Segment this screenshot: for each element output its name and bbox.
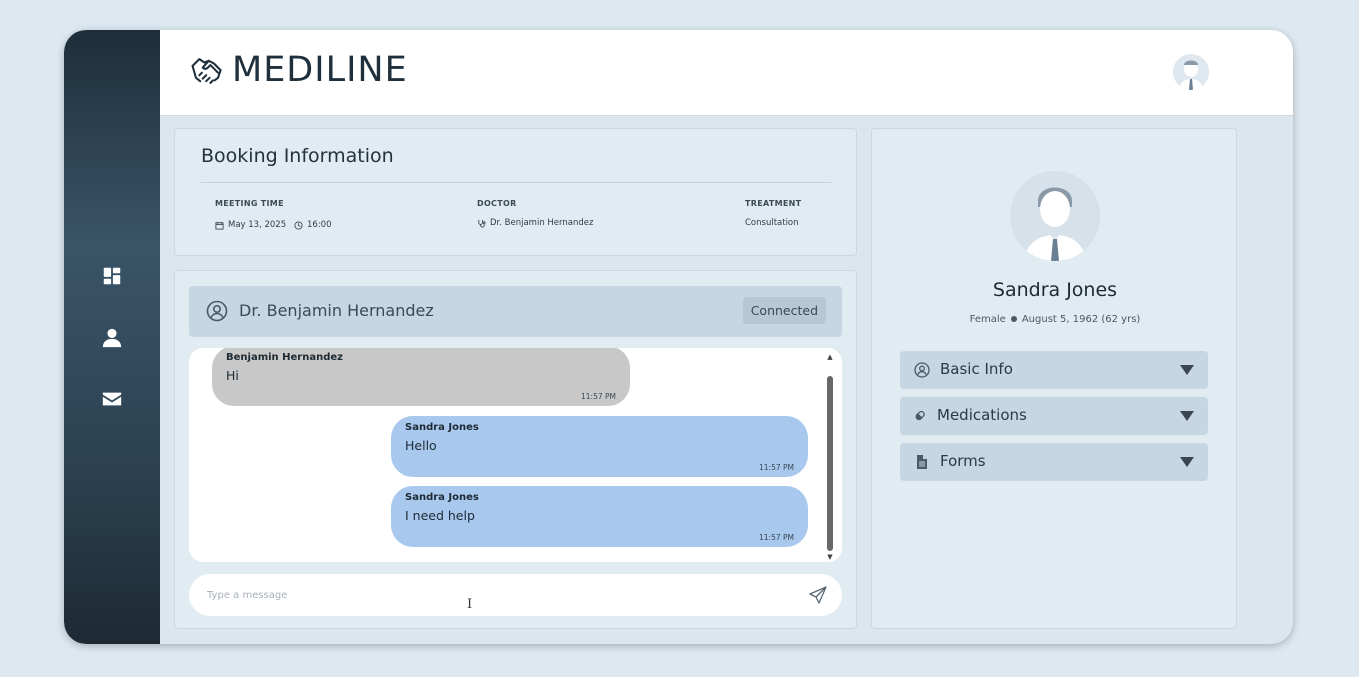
- treatment-label: TREATMENT: [745, 199, 802, 208]
- user-circle-icon: [206, 300, 228, 322]
- booking-title: Booking Information: [201, 145, 394, 167]
- mail-icon[interactable]: [100, 387, 124, 411]
- message-sender: Sandra Jones: [405, 492, 479, 503]
- scroll-down-icon[interactable]: ▼: [826, 554, 834, 561]
- message-time: 11:57 PM: [581, 392, 616, 401]
- message-text: I need help: [405, 508, 475, 523]
- app-window: MEDILINE Booking Information MEETING TIM…: [64, 30, 1293, 644]
- handshake-icon: [191, 58, 222, 84]
- divider: [201, 182, 831, 183]
- booking-info-panel: Booking Information MEETING TIME May 13,…: [174, 128, 857, 256]
- accordion-medications[interactable]: Medications: [900, 397, 1208, 435]
- chevron-down-icon: [1180, 365, 1194, 375]
- app-logo-text: MEDILINE: [232, 50, 408, 90]
- status-badge: Connected: [742, 297, 826, 324]
- clock-icon: [294, 220, 303, 230]
- chevron-down-icon: [1180, 457, 1194, 467]
- meeting-time-value: 16:00: [307, 220, 332, 230]
- chevron-down-icon: [1180, 411, 1194, 421]
- meeting-time: 16:00: [294, 220, 332, 230]
- user-circle-icon: [914, 362, 930, 378]
- message-text: Hello: [405, 438, 437, 453]
- message-input-bar: I: [189, 574, 842, 616]
- message-sender: Sandra Jones: [405, 422, 479, 433]
- chat-panel: Dr. Benjamin Hernandez Connected Benjami…: [174, 270, 857, 629]
- patient-meta: Female August 5, 1962 (62 yrs): [872, 314, 1238, 325]
- accordion-forms[interactable]: Forms: [900, 443, 1208, 481]
- send-icon[interactable]: [808, 585, 828, 605]
- message-text: Hi: [226, 368, 239, 383]
- patient-name: Sandra Jones: [992, 279, 1118, 301]
- message-scrollbar[interactable]: ▲ ▼: [826, 354, 834, 561]
- chat-header: Dr. Benjamin Hernandez Connected: [189, 286, 842, 337]
- patient-avatar: [1010, 171, 1100, 261]
- separator-dot: [1010, 316, 1017, 322]
- treatment-value: Consultation: [745, 218, 799, 228]
- meeting-date: May 13, 2025: [215, 220, 286, 230]
- top-header: MEDILINE: [160, 30, 1293, 116]
- calendar-icon: [215, 221, 224, 230]
- message-bubble: Sandra Jones I need help 11:57 PM: [391, 486, 808, 547]
- message-bubble: Benjamin Hernandez Hi 11:57 PM: [212, 348, 630, 406]
- message-input[interactable]: [207, 584, 787, 606]
- user-icon[interactable]: [100, 326, 124, 350]
- scroll-thumb[interactable]: [827, 376, 833, 551]
- patient-birth: August 5, 1962 (62 yrs): [1021, 314, 1141, 325]
- accordion-label: Forms: [940, 452, 986, 470]
- doctor-label: DOCTOR: [477, 199, 517, 208]
- meeting-date-value: May 13, 2025: [228, 220, 287, 230]
- message-time: 11:57 PM: [759, 463, 794, 472]
- pill-icon: [915, 410, 925, 421]
- dashboard-icon[interactable]: [100, 264, 124, 288]
- patient-profile-panel: Sandra Jones Female August 5, 1962 (62 yr…: [871, 128, 1237, 629]
- doctor-name: Dr. Benjamin Hernandez: [490, 218, 594, 228]
- scroll-up-icon[interactable]: ▲: [826, 354, 834, 361]
- message-sender: Benjamin Hernandez: [226, 352, 343, 363]
- stethoscope-icon: [478, 219, 486, 228]
- sidebar: [64, 30, 160, 644]
- account-avatar[interactable]: [1173, 54, 1209, 90]
- accordion-basic-info[interactable]: Basic Info: [900, 351, 1208, 389]
- meeting-time-label: MEETING TIME: [215, 199, 284, 208]
- accordion-label: Medications: [937, 406, 1027, 424]
- chat-contact-name: Dr. Benjamin Hernandez: [239, 301, 434, 320]
- text-cursor-icon: I: [467, 597, 473, 612]
- message-list[interactable]: Benjamin Hernandez Hi 11:57 PM Sandra Jo…: [189, 348, 842, 562]
- doctor-value: Dr. Benjamin Hernandez: [477, 218, 593, 228]
- patient-gender: Female: [969, 314, 1006, 325]
- document-icon: [917, 455, 927, 469]
- accordion-label: Basic Info: [940, 360, 1013, 378]
- message-time: 11:57 PM: [759, 533, 794, 542]
- message-bubble: Sandra Jones Hello 11:57 PM: [391, 416, 808, 477]
